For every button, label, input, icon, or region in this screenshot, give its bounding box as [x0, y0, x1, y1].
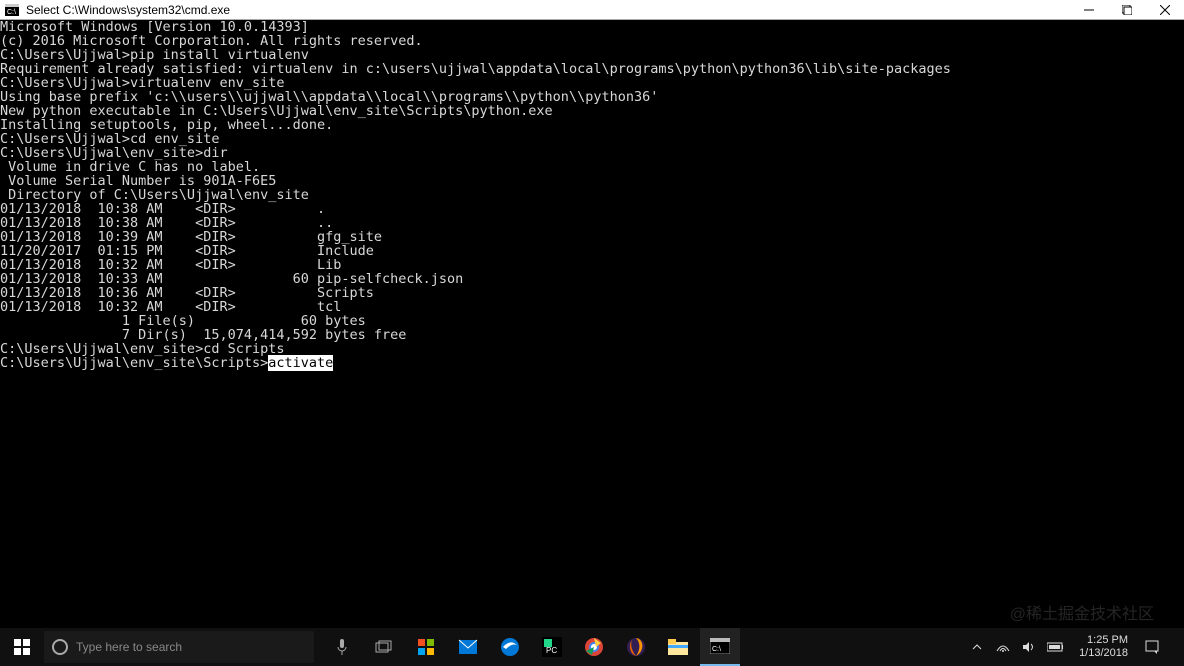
- terminal-selected-text[interactable]: activate: [268, 355, 333, 371]
- terminal-line: Microsoft Windows [Version 10.0.14393]: [0, 20, 1184, 34]
- terminal-line: C:\Users\Ujjwal>cd env_site: [0, 132, 1184, 146]
- terminal-line: C:\Users\Ujjwal\env_site>dir: [0, 146, 1184, 160]
- terminal-line: 01/13/2018 10:38 AM <DIR> ..: [0, 216, 1184, 230]
- terminal-line: Installing setuptools, pip, wheel...done…: [0, 118, 1184, 132]
- terminal-line: 7 Dir(s) 15,074,414,592 bytes free: [0, 328, 1184, 342]
- taskbar[interactable]: Type here to search PC C:\: [0, 628, 1184, 666]
- taskbar-app-pycharm[interactable]: PC: [532, 628, 572, 666]
- show-desktop-button[interactable]: [1170, 628, 1180, 666]
- terminal-line: New python executable in C:\Users\Ujjwal…: [0, 104, 1184, 118]
- tray-clock[interactable]: 1:25 PM 1/13/2018: [1073, 634, 1134, 660]
- taskbar-search[interactable]: Type here to search: [44, 631, 314, 663]
- tray-time: 1:25 PM: [1079, 634, 1128, 647]
- terminal-line: C:\Users\Ujjwal>pip install virtualenv: [0, 48, 1184, 62]
- terminal-line: Directory of C:\Users\Ujjwal\env_site: [0, 188, 1184, 202]
- terminal-prompt: C:\Users\Ujjwal\env_site\Scripts>: [0, 355, 268, 371]
- terminal-line: 01/13/2018 10:39 AM <DIR> gfg_site: [0, 230, 1184, 244]
- taskbar-app-chrome[interactable]: [574, 628, 614, 666]
- terminal-line: Using base prefix 'c:\\users\\ujjwal\\ap…: [0, 90, 1184, 104]
- terminal-line: 01/13/2018 10:36 AM <DIR> Scripts: [0, 286, 1184, 300]
- terminal-line: C:\Users\Ujjwal\env_site>cd Scripts: [0, 342, 1184, 356]
- terminal-current-line[interactable]: C:\Users\Ujjwal\env_site\Scripts>activat…: [0, 356, 1184, 370]
- tray-volume-icon[interactable]: [1021, 639, 1037, 655]
- terminal-line: Volume in drive C has no label.: [0, 160, 1184, 174]
- terminal-line: 11/20/2017 01:15 PM <DIR> Include: [0, 244, 1184, 258]
- taskbar-app-explorer[interactable]: [658, 628, 698, 666]
- taskbar-app-cmd[interactable]: C:\: [700, 628, 740, 666]
- search-placeholder: Type here to search: [76, 640, 182, 654]
- terminal-output[interactable]: Microsoft Windows [Version 10.0.14393](c…: [0, 20, 1184, 628]
- tray-network-icon[interactable]: [995, 639, 1011, 655]
- taskbar-app-mail[interactable]: [448, 628, 488, 666]
- terminal-line: 1 File(s) 60 bytes: [0, 314, 1184, 328]
- taskbar-app-firefox[interactable]: [616, 628, 656, 666]
- cmd-icon: C:\: [4, 2, 20, 18]
- cortana-icon: [52, 639, 68, 655]
- window-title: Select C:\Windows\system32\cmd.exe: [26, 3, 230, 17]
- tray-notifications-icon[interactable]: [1144, 639, 1160, 655]
- close-button[interactable]: [1146, 0, 1184, 20]
- terminal-line: Requirement already satisfied: virtualen…: [0, 62, 1184, 76]
- tray-date: 1/13/2018: [1079, 647, 1128, 660]
- tray-battery-icon[interactable]: [1047, 639, 1063, 655]
- title-bar[interactable]: C:\ Select C:\Windows\system32\cmd.exe: [0, 0, 1184, 20]
- svg-text:PC: PC: [546, 646, 557, 655]
- svg-text:C:\: C:\: [7, 9, 16, 16]
- start-button[interactable]: [0, 628, 44, 666]
- task-view-button[interactable]: [364, 628, 404, 666]
- minimize-button[interactable]: [1070, 0, 1108, 20]
- system-tray[interactable]: 1:25 PM 1/13/2018: [969, 628, 1184, 666]
- svg-text:C:\: C:\: [712, 646, 721, 653]
- terminal-line: 01/13/2018 10:32 AM <DIR> Lib: [0, 258, 1184, 272]
- terminal-line: (c) 2016 Microsoft Corporation. All righ…: [0, 34, 1184, 48]
- terminal-line: Volume Serial Number is 901A-F6E5: [0, 174, 1184, 188]
- terminal-line: 01/13/2018 10:33 AM 60 pip-selfcheck.jso…: [0, 272, 1184, 286]
- taskbar-app-store[interactable]: [406, 628, 446, 666]
- tray-chevron-up-icon[interactable]: [969, 639, 985, 655]
- terminal-line: C:\Users\Ujjwal>virtualenv env_site: [0, 76, 1184, 90]
- taskbar-app-edge[interactable]: [490, 628, 530, 666]
- maximize-button[interactable]: [1108, 0, 1146, 20]
- terminal-line: 01/13/2018 10:38 AM <DIR> .: [0, 202, 1184, 216]
- microphone-icon[interactable]: [322, 628, 362, 666]
- terminal-line: 01/13/2018 10:32 AM <DIR> tcl: [0, 300, 1184, 314]
